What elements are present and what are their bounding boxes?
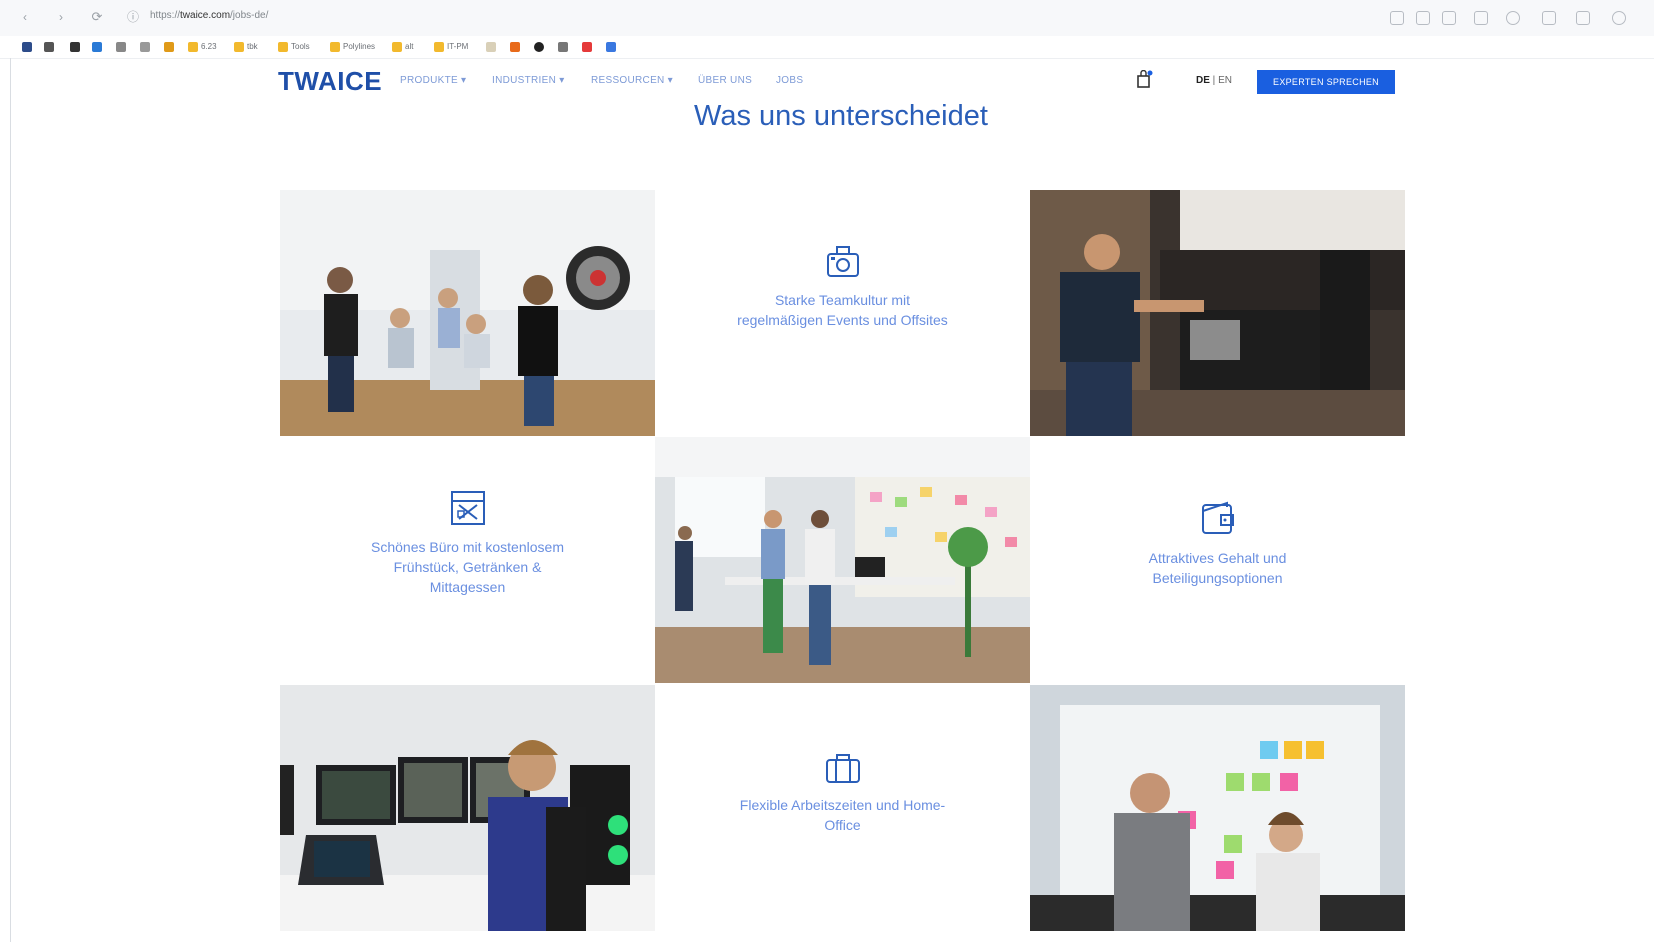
bookmark-icon[interactable] (164, 41, 177, 53)
profile-icon[interactable] (1612, 11, 1626, 25)
photo-office (655, 437, 1030, 683)
bookmark-icon[interactable] (558, 41, 571, 53)
bookmark-icon[interactable] (582, 41, 595, 53)
photo-coffee-machine (1030, 190, 1405, 436)
benefit-label: Flexible Arbeitszeiten und Home-Office (739, 797, 946, 833)
lang-de[interactable]: DE (1196, 75, 1210, 86)
bookmark-folder[interactable]: 6.23 (188, 41, 217, 53)
bookmarks-bar: 6.23 tbk Tools Polylines alt IT-PM (0, 36, 1654, 59)
extension-icon[interactable] (1442, 11, 1456, 25)
nav-industrien[interactable]: INDUSTRIEN ▾ (492, 75, 565, 86)
suitcase-icon (824, 751, 862, 785)
page-edge (10, 58, 11, 942)
section-title: Was uns unterscheidet (694, 100, 988, 132)
collections-icon[interactable] (1576, 11, 1590, 25)
photo-developer (280, 685, 655, 931)
benefit-buero: Schönes Büro mit kostenlosem Frühstück, … (280, 437, 655, 683)
bookmark-folder[interactable]: alt (392, 41, 413, 53)
logo-text: TW (278, 66, 318, 96)
nav-produkte[interactable]: PRODUKTE ▾ (400, 75, 466, 86)
cart-icon[interactable] (1137, 70, 1153, 88)
twaice-logo[interactable]: TWAICE (278, 66, 382, 97)
zoom-icon[interactable] (1474, 11, 1488, 25)
nav-ressourcen[interactable]: RESSOURCEN ▾ (591, 75, 673, 86)
wallet-icon (1199, 499, 1237, 537)
bookmark-icon[interactable] (116, 41, 129, 53)
reader-icon[interactable] (1416, 11, 1430, 25)
lang-en[interactable]: EN (1218, 75, 1232, 86)
favorites-icon[interactable] (1542, 11, 1556, 25)
reload-icon[interactable]: ⟳ (90, 10, 104, 24)
logo-text: CE (345, 66, 383, 96)
nav-jobs[interactable]: JOBS (776, 75, 803, 86)
bookmark-folder[interactable]: tbk (234, 41, 258, 53)
office-icon (449, 489, 487, 527)
bookmark-folder[interactable]: Polylines (330, 41, 375, 53)
bookmark-icon[interactable] (92, 41, 105, 53)
logo-text-highlight: AI (318, 66, 345, 96)
bookmark-folder[interactable]: IT-PM (434, 41, 468, 53)
forward-icon[interactable]: › (54, 10, 68, 24)
read-aloud-icon[interactable] (1390, 11, 1404, 25)
benefit-teamkultur: Starke Teamkultur mit regelmäßigen Event… (655, 190, 1030, 436)
camera-icon (825, 244, 861, 280)
bookmark-icon[interactable] (534, 41, 547, 53)
bookmark-icon[interactable] (486, 41, 499, 53)
experten-sprechen-button[interactable]: EXPERTEN SPRECHEN (1257, 70, 1395, 94)
benefit-label: Schönes Büro mit kostenlosem Frühstück, … (371, 539, 564, 595)
address-bar[interactable]: https://twaice.com/jobs-de/ (150, 10, 268, 21)
language-switch: DE | EN (1196, 75, 1232, 86)
back-icon[interactable]: ‹ (18, 10, 32, 24)
bookmark-icon[interactable] (22, 41, 35, 53)
photo-postits (1030, 685, 1405, 931)
benefit-gehalt: Attraktives Gehalt und Beteiligungsoptio… (1030, 437, 1405, 683)
site-header: TWAICE PRODUKTE ▾ INDUSTRIEN ▾ RESSOURCE… (0, 62, 1654, 100)
bookmark-icon[interactable] (70, 41, 83, 53)
benefit-label: Attraktives Gehalt und Beteiligungsoptio… (1148, 550, 1287, 586)
benefit-flexibel: Flexible Arbeitszeiten und Home-Office (655, 685, 1030, 931)
bookmark-icon[interactable] (606, 41, 619, 53)
browser-toolbar: ‹ › ⟳ ⓘ https://twaice.com/jobs-de/ (0, 0, 1654, 37)
bookmark-icon[interactable] (44, 41, 57, 53)
bookmark-folder[interactable]: Tools (278, 41, 310, 53)
refresh-extension-icon[interactable] (1506, 11, 1520, 25)
photo-team-darts (280, 190, 655, 436)
bookmark-icon[interactable] (510, 41, 523, 53)
bookmark-icon[interactable] (140, 41, 153, 53)
nav-ueber-uns[interactable]: ÜBER UNS (698, 75, 752, 86)
info-icon[interactable]: ⓘ (126, 10, 140, 24)
benefit-label: Starke Teamkultur mit regelmäßigen Event… (737, 292, 948, 328)
lang-separator: | (1209, 75, 1219, 86)
